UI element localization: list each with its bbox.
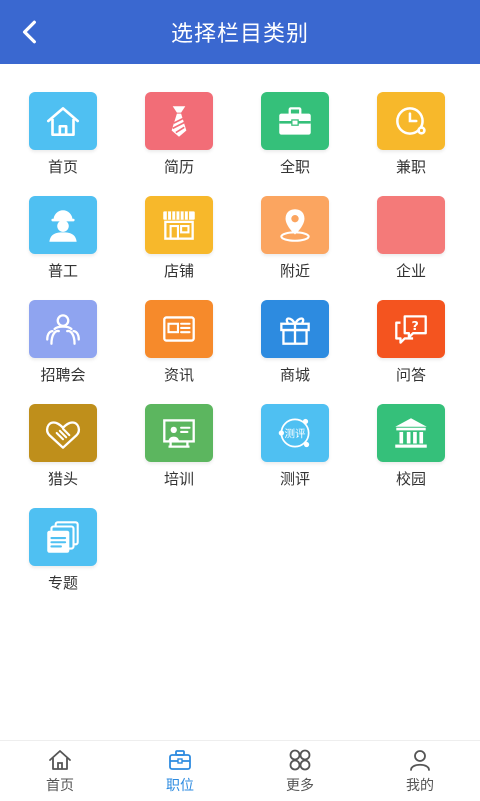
category-tile [145,300,213,358]
home-icon [46,107,80,136]
category-tile [377,92,445,150]
category-mall[interactable]: 商城 [237,300,353,392]
tab-jobs[interactable]: 职位 [120,741,240,801]
category-tile [29,404,97,462]
home-outline-icon [49,750,71,770]
tab-label: 职位 [166,778,194,794]
category-tile [261,196,329,254]
category-label: 猎头 [47,470,78,488]
category-label: 资讯 [163,366,194,384]
category-tile [377,196,445,254]
category-label: 招聘会 [40,366,86,384]
back-button[interactable] [8,10,52,54]
grid-more-icon [289,749,311,771]
category-store[interactable]: 店铺 [121,196,237,288]
category-tile [29,196,97,254]
category-tile [29,92,97,150]
bottom-tab-bar: 首页 职位 更多 我的 [0,740,480,801]
tab-mine[interactable]: 我的 [360,741,480,801]
assessment-icon: 测评 [278,418,310,448]
category-label: 培训 [163,470,194,488]
category-campus[interactable]: 校园 [353,404,469,496]
worker-icon [49,210,77,242]
assessment-icon-text: 测评 [285,427,306,440]
necktie-icon [171,106,187,137]
category-topic[interactable]: 专题 [5,508,121,600]
category-label: 校园 [395,470,426,488]
category-label: 商城 [279,366,310,384]
svg-text:?: ? [412,318,419,333]
category-label: 专题 [47,574,78,592]
category-resume[interactable]: 简历 [121,92,237,184]
teacher-board-icon [163,419,195,448]
page-title: 选择栏目类别 [170,22,309,47]
gift-icon [280,317,310,345]
news-card-icon [163,316,195,342]
category-label: 普工 [47,262,78,280]
category-tile: ? [377,300,445,358]
category-label: 首页 [47,158,78,176]
category-label: 店铺 [163,262,194,280]
tab-home[interactable]: 首页 [0,741,120,801]
tab-label: 首页 [46,778,74,794]
category-tile [261,300,329,358]
category-parttime[interactable]: 兼职 [353,92,469,184]
category-tile [145,404,213,462]
category-qa[interactable]: ? 问答 [353,300,469,392]
category-grid: 首页 简历 全职 兼职 普工 店铺 附近 企业 招聘会 资讯 商城 ? 问答 猎… [0,92,480,600]
category-job-fair[interactable]: 招聘会 [5,300,121,392]
category-label: 企业 [395,262,426,280]
tab-more[interactable]: 更多 [240,741,360,801]
category-worker[interactable]: 普工 [5,196,121,288]
category-assessment[interactable]: 测评 测评 [237,404,353,496]
briefcase-icon [279,107,311,135]
category-label: 问答 [395,366,426,384]
category-label: 全职 [279,158,310,176]
category-enterprise[interactable]: 企业 [353,196,469,288]
top-bar: 选择栏目类别 [0,0,480,64]
category-tile [145,196,213,254]
campus-icon [395,418,427,448]
topic-stack-icon [47,521,79,553]
question-chat-icon: ? [395,315,427,344]
category-tile [377,404,445,462]
category-nearby[interactable]: 附近 [237,196,353,288]
category-label: 附近 [279,262,310,280]
location-pin-icon [280,209,310,242]
briefcase-outline-icon [169,750,191,770]
category-label: 简历 [163,158,194,176]
tab-label: 更多 [286,778,314,794]
category-training[interactable]: 培训 [121,404,237,496]
category-tile [261,92,329,150]
category-tile: 测评 [261,404,329,462]
category-tile [29,508,97,566]
tab-label: 我的 [406,778,434,794]
people-group-icon [46,314,80,345]
storefront-icon [163,211,195,240]
user-outline-icon [410,750,430,771]
chevron-left-icon [22,20,36,44]
category-headhunter[interactable]: 猎头 [5,404,121,496]
category-tile [145,92,213,150]
category-home[interactable]: 首页 [5,92,121,184]
category-label: 兼职 [395,158,426,176]
category-label: 测评 [279,470,310,488]
category-tile [29,300,97,358]
handshake-icon [46,421,80,449]
category-news[interactable]: 资讯 [121,300,237,392]
clock-icon [396,107,426,135]
category-fulltime[interactable]: 全职 [237,92,353,184]
